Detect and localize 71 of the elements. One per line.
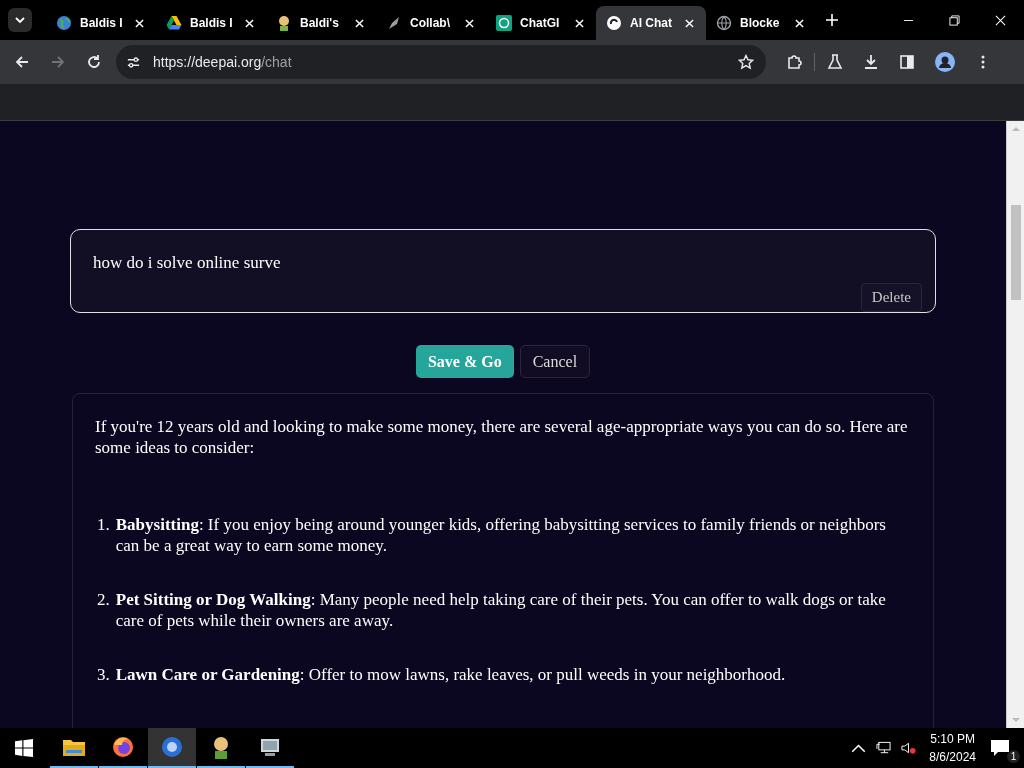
delete-button[interactable]: Delete <box>860 283 922 312</box>
scrollbar[interactable] <box>1006 121 1024 728</box>
figure-icon <box>276 15 292 31</box>
tab-title: Collab\ <box>410 16 451 30</box>
notification-count: 1 <box>1007 750 1020 763</box>
list-item-text: Babysitting: If you enjoy being around younger kids, offering babysitting services to family friends or neighbors can be a great way to earn some money. <box>115 514 887 556</box>
profile-icon[interactable] <box>935 52 955 72</box>
browser-tab[interactable]: Baldis I <box>46 6 156 40</box>
back-icon[interactable] <box>14 54 30 70</box>
list-number: 3. <box>97 664 110 685</box>
puzzle-icon[interactable] <box>786 54 802 70</box>
tab-search-button[interactable] <box>8 8 32 32</box>
browser-tab[interactable]: Collab\ <box>376 6 486 40</box>
browser-tab[interactable]: Baldi's <box>266 6 376 40</box>
feather-icon <box>386 15 402 31</box>
knot-icon <box>496 15 512 31</box>
download-icon[interactable] <box>863 54 879 70</box>
cancel-button[interactable]: Cancel <box>519 345 591 378</box>
notifications-button[interactable]: 1 <box>990 733 1018 763</box>
tab-title: Baldis I <box>80 16 124 30</box>
close-icon[interactable] <box>575 18 584 28</box>
taskbar-app[interactable] <box>148 728 196 768</box>
globe-icon <box>716 15 732 31</box>
clock[interactable]: 5:10 PM 8/6/2024 <box>929 730 976 766</box>
side-panel-icon[interactable] <box>899 54 915 70</box>
forward-icon[interactable] <box>50 54 66 70</box>
message-icon <box>990 739 1010 757</box>
close-icon[interactable] <box>995 14 1006 26</box>
list-item-text: Lawn Care or Gardening: Offer to mow lawns, rake leaves, or pull weeds in your neighborhood. <box>115 664 786 685</box>
list-number: 1. <box>97 514 110 536</box>
address-bar[interactable]: https://deepai.org/chat <box>116 45 766 79</box>
close-icon[interactable] <box>795 18 804 28</box>
response-paragraph: If you're 12 years old and looking to make some money, there are several age-appropriate ways you can do so. Here are some ideas to consider: <box>95 416 909 458</box>
windows-icon <box>15 739 33 757</box>
new-tab-icon[interactable] <box>826 14 838 26</box>
close-icon[interactable] <box>465 18 474 28</box>
list-item-text: Pet Sitting or Dog Walking: Many people need help taking care of their pets. You can offer to walk dogs or take care of pets while their owners are away. <box>115 589 887 631</box>
clock-time: 5:10 PM <box>930 731 975 748</box>
site-settings-icon <box>126 54 141 70</box>
browser-tab[interactable]: Blocke <box>706 6 816 40</box>
ring-icon <box>160 735 184 759</box>
flask-icon[interactable] <box>827 54 843 70</box>
browser-tab[interactable]: AI Chat <box>596 6 706 40</box>
muted-speaker-icon[interactable] <box>901 741 917 755</box>
list-number: 2. <box>97 589 110 611</box>
close-icon[interactable] <box>245 18 254 28</box>
triangle-icon <box>166 15 182 31</box>
reload-icon[interactable] <box>86 54 102 70</box>
scrollbar-thumb[interactable] <box>1010 205 1021 300</box>
globe-icon <box>56 15 72 31</box>
clock-date: 8/6/2024 <box>929 749 976 766</box>
prompt-field[interactable]: how do i solve online surve Delete <box>70 229 936 313</box>
chevron-up-icon[interactable] <box>851 741 867 755</box>
network-icon[interactable] <box>876 741 892 755</box>
tab-title: Baldis I <box>190 16 234 30</box>
browser-tab[interactable]: ChatGI <box>486 6 596 40</box>
tab-title: Baldi's <box>300 16 340 30</box>
tab-title: AI Chat <box>630 16 673 30</box>
fox-globe-icon <box>111 735 135 759</box>
close-icon[interactable] <box>355 18 364 28</box>
swirl-icon <box>606 15 622 31</box>
prompt-text: how do i solve online surve <box>93 252 282 274</box>
chevron-down-icon <box>14 16 26 24</box>
tab-title: ChatGI <box>520 16 561 30</box>
star-icon[interactable] <box>738 54 754 70</box>
tab-title: Blocke <box>740 16 781 30</box>
url-text: https://deepai.org/chat <box>153 54 292 70</box>
browser-tab[interactable]: Baldis I <box>156 6 266 40</box>
close-icon[interactable] <box>135 18 144 28</box>
close-icon[interactable] <box>685 18 694 28</box>
restore-icon[interactable] <box>949 14 960 26</box>
